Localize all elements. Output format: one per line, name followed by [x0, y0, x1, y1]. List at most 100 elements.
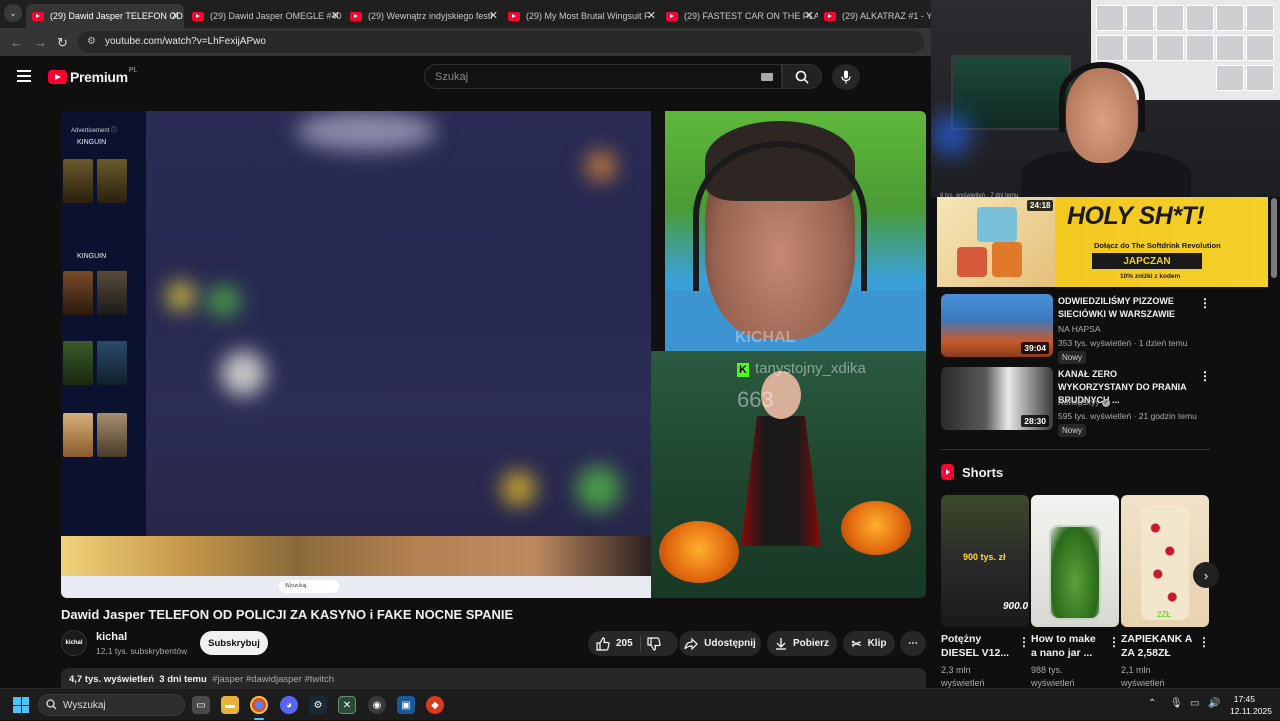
app-icon[interactable]: ▣	[397, 696, 415, 714]
clip-button[interactable]: ✂ Klip	[843, 631, 895, 656]
site-info-icon[interactable]: ⚙	[87, 36, 96, 47]
browser-tab[interactable]: (29) My Most Brutal Wingsuit F ✕	[502, 4, 660, 28]
short-thumbnail[interactable]	[1031, 495, 1119, 627]
close-tab-icon[interactable]: ✕	[171, 9, 180, 22]
more-vert-icon[interactable]: ⋮	[1198, 635, 1210, 649]
taskbar-search[interactable]: Wyszukaj	[38, 694, 185, 716]
video-thumbnail[interactable]: 39:04	[941, 294, 1053, 357]
more-vert-icon[interactable]: ⋮	[1199, 296, 1211, 310]
more-icon: ⋯	[908, 638, 918, 649]
forward-arrow-icon[interactable]: →	[34, 35, 47, 50]
more-vert-icon[interactable]: ⋮	[1108, 635, 1120, 649]
clock-time[interactable]: 17:45	[1234, 694, 1255, 704]
channel-name[interactable]: Konopskyy ✓	[1058, 397, 1110, 407]
short-item[interactable]: 900 tys. zł 900.0 Potężny DIESEL V12... …	[941, 495, 1030, 688]
share-icon	[684, 637, 699, 650]
download-button[interactable]: Pobierz	[767, 631, 837, 656]
video-title: Dawid Jasper TELEFON OD POLICJI ZA KASYN…	[61, 607, 514, 622]
short-title[interactable]: ZAPIEKANK A ZA 2,58ZŁ	[1121, 632, 1193, 660]
video-player[interactable]: Advertisement ⓘ KINGUIN KINGUIN KICHAL K…	[61, 111, 926, 598]
browser-tab[interactable]: (29) Dawid Jasper OMEGLE #40 ✕	[186, 4, 344, 28]
inner-desktop-strip	[61, 536, 651, 576]
keyboard-icon[interactable]	[761, 73, 773, 81]
close-tab-icon[interactable]: ✕	[805, 9, 814, 22]
scissors-icon: ✂	[851, 636, 862, 651]
view-count: 4,7 tys. wyświetleń	[69, 674, 155, 685]
voice-search-button[interactable]	[832, 64, 860, 90]
game-thumbnail	[97, 271, 127, 315]
excel-icon[interactable]: ✕	[338, 696, 356, 714]
tab-search-menu-button[interactable]: ⌄	[4, 4, 22, 22]
aquarium	[951, 55, 1071, 130]
close-tab-icon[interactable]: ✕	[489, 9, 498, 22]
close-tab-icon[interactable]: ✕	[331, 9, 340, 22]
channel-avatar[interactable]: kichal	[61, 630, 87, 656]
search-input[interactable]: Szukaj	[424, 64, 782, 89]
description-box[interactable]: 4,7 tys. wyświetleń 3 dni temu #jasper #…	[61, 668, 926, 690]
more-vert-icon[interactable]: ⋮	[1018, 635, 1030, 649]
short-title[interactable]: How to make a nano jar ...	[1031, 632, 1103, 660]
close-tab-icon[interactable]: ✕	[647, 9, 656, 22]
short-views: 2,1 mln wyświetleń	[1121, 665, 1165, 688]
recommended-video[interactable]: 28:30 KANAŁ ZERO WYKORZYSTANY DO PRANIA …	[941, 367, 1211, 437]
browser-tab[interactable]: (29) ALKATRAZ #1 - YouTu	[818, 4, 931, 28]
tab-title: (29) Dawid Jasper OMEGLE #40	[210, 11, 342, 21]
inner-search: Wyszukaj	[279, 580, 339, 593]
short-item[interactable]: How to make a nano jar ... 988 tys. wyśw…	[1031, 495, 1120, 688]
more-vert-icon[interactable]: ⋮	[1199, 369, 1211, 383]
back-arrow-icon[interactable]: ←	[10, 35, 23, 50]
dislike-button[interactable]	[647, 637, 661, 656]
short-item[interactable]: 2ZŁ ZAPIEKANK A ZA 2,58ZŁ 2,1 mln wyświe…	[1121, 495, 1210, 688]
menu-icon[interactable]	[17, 70, 31, 85]
pumpkin-icon	[659, 521, 739, 583]
channel-name[interactable]: kichal	[96, 631, 127, 643]
video-title[interactable]: ODWIEDZILIŚMY PIZZOWE SIECIÓWKI W WARSZA…	[1058, 295, 1193, 321]
subscribe-button[interactable]: Subskrybuj	[200, 631, 268, 655]
hashtags[interactable]: #jasper #dawidjasper #twitch	[212, 674, 334, 685]
obs-icon[interactable]: ◉	[368, 696, 386, 714]
chevron-right-icon[interactable]: ›	[1193, 562, 1219, 588]
video-thumbnail[interactable]: 28:30	[941, 367, 1053, 430]
recommended-video[interactable]: 39:04 ODWIEDZILIŚMY PIZZOWE SIECIÓWKI W …	[941, 294, 1211, 364]
reload-icon[interactable]: ↻	[57, 35, 68, 51]
video-duration: 28:30	[1021, 415, 1049, 427]
scrollbar-thumb[interactable]	[1271, 198, 1277, 278]
browser-tab[interactable]: (29) FASTEST CAR ON THE PLA ✕	[660, 4, 818, 28]
file-explorer-icon[interactable]: ▬	[221, 696, 239, 714]
short-title[interactable]: Potężny DIESEL V12...	[941, 632, 1013, 660]
like-dislike-group: 205	[588, 631, 678, 656]
chevron-up-icon[interactable]: ⌃	[1148, 698, 1156, 709]
youtube-premium-logo[interactable]: Premium PL	[48, 67, 137, 85]
windows-start-icon[interactable]	[13, 697, 29, 713]
app-icon[interactable]: ◆	[426, 696, 444, 714]
browser-tab-active[interactable]: (29) Dawid Jasper TELEFON OD ✕	[26, 4, 184, 28]
short-thumbnail[interactable]: 2ZŁ	[1121, 495, 1209, 627]
verified-icon: ✓	[1101, 398, 1110, 407]
volume-icon[interactable]: 🔊	[1208, 698, 1220, 709]
like-button[interactable]: 205	[596, 636, 633, 651]
channel-name[interactable]: NA HAPSA	[1058, 324, 1101, 334]
short-thumbnail[interactable]: 900 tys. zł 900.0	[941, 495, 1029, 627]
new-badge: Nowy	[1058, 351, 1087, 364]
address-bar[interactable]: ⚙ youtube.com/watch?v=LhFexijAPwo	[78, 31, 924, 53]
share-button[interactable]: Udostępnij	[679, 631, 761, 656]
more-actions-button[interactable]: ⋯	[900, 631, 926, 656]
download-icon	[775, 638, 786, 650]
shorts-label: Shorts	[962, 464, 1004, 480]
short-overlay-text: 2ZŁ	[1157, 610, 1172, 619]
youtube-favicon-icon	[350, 11, 362, 21]
browser-tab[interactable]: (29) Wewnątrz indyjskiego festi ✕	[344, 4, 502, 28]
clock-date[interactable]: 12.11.2025	[1230, 706, 1272, 716]
system-tray: ⌃ 🎙 ▭ 🔊 17:45 12.11.2025	[1140, 689, 1280, 721]
microphone-icon[interactable]: 🎙	[1170, 698, 1183, 709]
search-button[interactable]	[782, 64, 822, 89]
chrome-icon[interactable]	[250, 696, 268, 714]
ad-label: Advertisement ⓘ	[71, 128, 118, 134]
url-text[interactable]: youtube.com/watch?v=LhFexijAPwo	[105, 36, 266, 47]
steam-icon[interactable]: ⚙	[309, 696, 327, 714]
discord-icon[interactable]: ◕	[280, 696, 298, 714]
sidebar-ad[interactable]: 24:18 HOLY SH*T! Dołącz do The Softdrink…	[937, 197, 1268, 287]
ad-brand: KINGUIN	[77, 253, 107, 260]
network-icon[interactable]: ▭	[1190, 698, 1199, 709]
task-view-icon[interactable]: ▭	[192, 696, 210, 714]
